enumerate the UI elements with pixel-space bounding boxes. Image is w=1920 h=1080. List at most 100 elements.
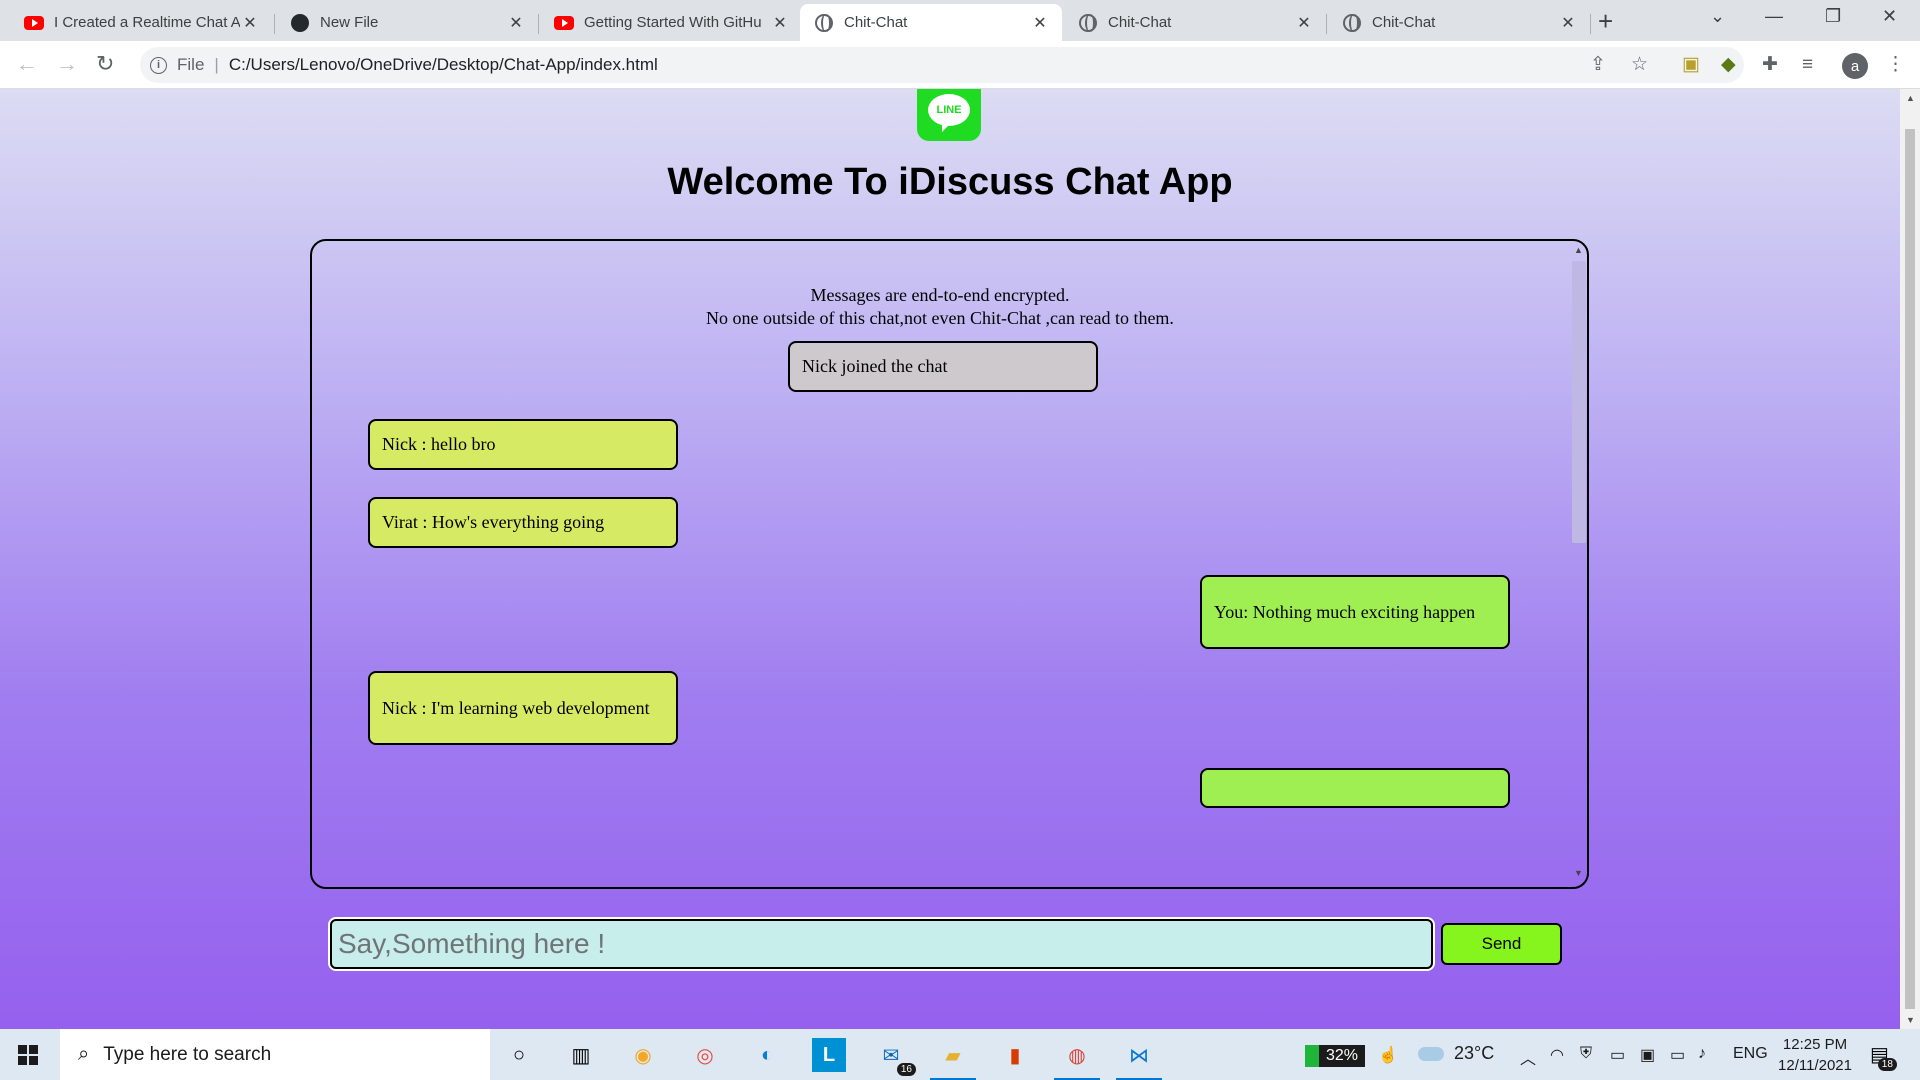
bookmark-star-icon[interactable]: ☆ (1631, 54, 1648, 76)
chat-scrollbar[interactable]: ▲ ▼ (1568, 243, 1587, 883)
youtube-icon (554, 13, 574, 33)
tab-title: I Created a Realtime Chat A (54, 14, 240, 31)
language-indicator[interactable]: ENG (1733, 1045, 1768, 1063)
page-title: Welcome To iDiscuss Chat App (667, 161, 1233, 203)
browser-app-icon[interactable]: ◎ (688, 1038, 722, 1072)
battery-status-icon[interactable]: ▭ (1670, 1045, 1685, 1065)
browser-toolbar: ← → ↻ i File | C:/Users/Lenovo/OneDrive/… (0, 41, 1920, 89)
browser-tab-bar: I Created a Realtime Chat A ✕ New File ✕… (0, 0, 1920, 41)
scroll-up-arrow-icon[interactable]: ▲ (1574, 245, 1583, 255)
page-scroll-down-icon[interactable]: ▼ (1906, 1015, 1915, 1025)
globe-icon (814, 13, 834, 33)
incoming-message: Virat : How's everything going (368, 497, 678, 548)
close-icon[interactable]: ✕ (770, 13, 790, 33)
extension-lock-icon[interactable]: ▣ (1682, 54, 1700, 76)
file-explorer-icon[interactable]: ▰ (930, 1038, 976, 1080)
window-close-icon[interactable]: ✕ (1882, 6, 1897, 27)
tab-chit-chat-3[interactable]: Chit-Chat ✕ (1328, 4, 1590, 41)
tab-chit-chat-2[interactable]: Chit-Chat ✕ (1064, 4, 1326, 41)
minimize-icon[interactable]: — (1765, 6, 1783, 27)
clock-time: 12:25 PM (1782, 1036, 1848, 1053)
encryption-notice: Messages are end-to-end encrypted. No on… (312, 284, 1568, 330)
maximize-icon[interactable]: ❐ (1825, 6, 1841, 27)
battery-widget[interactable]: 32% (1305, 1045, 1365, 1067)
display-icon[interactable]: ▣ (1640, 1045, 1655, 1065)
meet-now-icon[interactable]: ▭ (1610, 1045, 1625, 1065)
youtube-icon (24, 13, 44, 33)
learning-app-icon[interactable]: L (812, 1038, 846, 1072)
chat-container[interactable]: Messages are end-to-end encrypted. No on… (310, 239, 1589, 889)
notice-line: No one outside of this chat,not even Chi… (706, 308, 1174, 328)
page-scrollbar[interactable]: ▲ ▼ (1900, 89, 1920, 1029)
search-placeholder: Type here to search (103, 1043, 272, 1065)
tab-divider (274, 14, 275, 34)
brave-browser-icon[interactable]: ◉ (626, 1038, 660, 1072)
taskbar-search[interactable]: ⌕ Type here to search (60, 1029, 490, 1080)
address-bar[interactable]: i File | C:/Users/Lenovo/OneDrive/Deskto… (140, 47, 1744, 83)
vscode-icon[interactable]: ⋈ (1116, 1038, 1162, 1080)
share-icon[interactable]: ⇪ (1590, 54, 1606, 76)
close-icon[interactable]: ✕ (240, 13, 260, 33)
tab-divider (1590, 14, 1591, 34)
close-icon[interactable]: ✕ (1030, 13, 1050, 33)
outgoing-message: You: Nothing much exciting happen (1200, 575, 1510, 649)
tab-search-chevron-icon[interactable]: ⌄ (1710, 6, 1725, 27)
clock-date: 12/11/2021 (1778, 1057, 1852, 1074)
url-text[interactable]: C:/Users/Lenovo/OneDrive/Desktop/Chat-Ap… (229, 55, 658, 75)
info-icon[interactable]: i (150, 56, 167, 74)
message-input[interactable] (330, 919, 1433, 969)
send-button[interactable]: Send (1441, 923, 1562, 965)
tab-divider (1326, 14, 1327, 34)
office-icon[interactable]: ▮ (998, 1038, 1032, 1072)
github-icon (290, 13, 310, 33)
notification-center-icon[interactable]: ▤ 18 (1870, 1042, 1897, 1071)
close-icon[interactable]: ✕ (1294, 13, 1314, 33)
incoming-message: Nick : I'm learning web development (368, 671, 678, 745)
cursor-icon: ☝ (1378, 1047, 1398, 1064)
system-message: Nick joined the chat (788, 341, 1098, 392)
edge-icon[interactable]: ◐ (750, 1038, 784, 1072)
volume-icon[interactable]: ♪ (1698, 1045, 1706, 1063)
extensions-puzzle-icon[interactable]: ✚ (1762, 54, 1778, 76)
tab-chit-chat-active[interactable]: Chit-Chat ✕ (800, 4, 1062, 41)
system-clock[interactable]: 12:25 PM 12/11/2021 (1770, 1034, 1860, 1076)
task-view-icon[interactable]: ▥ (564, 1038, 598, 1072)
weather-widget[interactable]: 23°C (1418, 1043, 1494, 1064)
tab-youtube-github[interactable]: Getting Started With GitHu ✕ (540, 4, 802, 41)
tab-youtube-chat[interactable]: I Created a Realtime Chat A ✕ (10, 4, 272, 41)
back-arrow-icon[interactable]: ← (16, 51, 38, 77)
show-hidden-icons-chevron-icon[interactable]: ︿ (1520, 1045, 1536, 1069)
new-tab-plus-icon[interactable]: + (1598, 8, 1613, 34)
notification-badge: 18 (1877, 1058, 1897, 1071)
tab-title: Chit-Chat (1108, 14, 1172, 31)
page-scroll-thumb[interactable] (1905, 129, 1915, 1009)
notice-line: Messages are end-to-end encrypted. (810, 285, 1070, 305)
windows-start-icon[interactable] (18, 1045, 38, 1065)
line-logo: LINE (917, 89, 981, 141)
globe-icon (1342, 13, 1362, 33)
reload-icon[interactable]: ↻ (96, 51, 114, 77)
forward-arrow-icon[interactable]: → (56, 51, 78, 77)
tab-title: New File (320, 14, 379, 31)
wifi-icon[interactable]: ◠ (1550, 1045, 1564, 1065)
chrome-icon[interactable]: ◍ (1054, 1038, 1100, 1080)
close-icon[interactable]: ✕ (1558, 13, 1578, 33)
chat-scroll-thumb[interactable] (1572, 261, 1586, 543)
security-shield-icon[interactable]: ⛨ (1580, 1045, 1592, 1063)
scroll-down-arrow-icon[interactable]: ▼ (1574, 868, 1583, 878)
globe-icon (1078, 13, 1098, 33)
mail-icon[interactable]: ✉ 16 (874, 1038, 916, 1076)
kebab-menu-icon[interactable]: ⋮ (1886, 54, 1905, 76)
close-icon[interactable]: ✕ (506, 13, 526, 33)
page-scroll-up-icon[interactable]: ▲ (1906, 93, 1915, 103)
cortana-icon[interactable]: ○ (502, 1038, 536, 1072)
incoming-message: Nick : hello bro (368, 419, 678, 470)
tab-new-file[interactable]: New File ✕ (276, 4, 538, 41)
profile-avatar[interactable]: a (1842, 53, 1868, 79)
extension-bird-icon[interactable]: ◆ (1721, 54, 1736, 76)
scheme-label: File (177, 55, 205, 74)
tab-title: Getting Started With GitHu (584, 14, 762, 31)
temperature: 23°C (1454, 1043, 1495, 1063)
cloud-icon (1418, 1046, 1444, 1061)
media-queue-icon[interactable]: ≡ (1802, 54, 1813, 76)
